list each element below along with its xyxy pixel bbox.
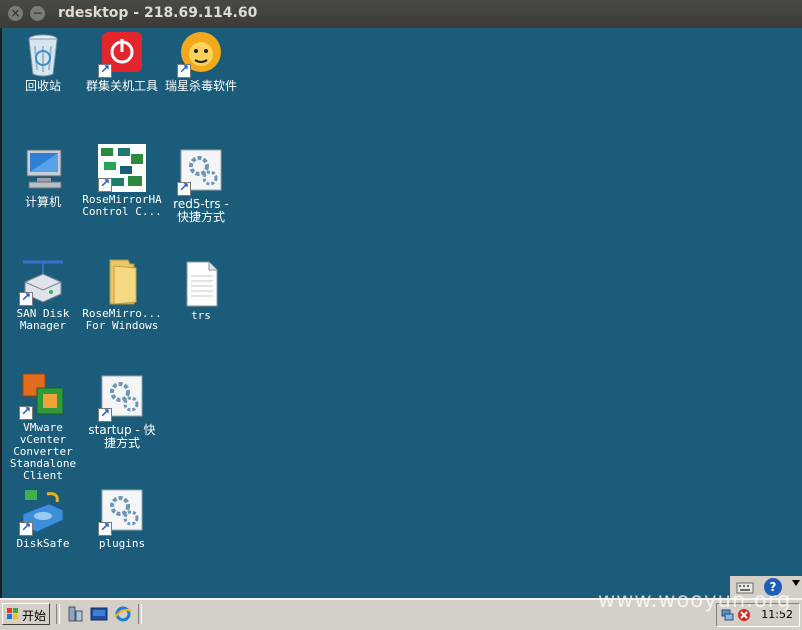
window-title: rdesktop - 218.69.114.60 [58, 5, 258, 21]
close-button[interactable]: × [8, 6, 23, 21]
gear-shortcut-icon [98, 488, 146, 536]
shortcut-arrow-icon [98, 62, 112, 78]
desktop-icon-vmware-converter[interactable]: VMware vCenter Converter Standalone Clie… [1, 372, 85, 482]
vmware-converter-icon [19, 372, 67, 420]
icon-label: 计算机 [24, 195, 61, 209]
icon-label: SAN Disk Manager [16, 307, 70, 332]
desktop-icon-computer[interactable]: 计算机 [1, 146, 85, 209]
minimize-button[interactable]: − [30, 6, 45, 21]
chevron-down-icon[interactable] [792, 580, 800, 586]
shortcut-arrow-icon [98, 406, 112, 422]
start-button[interactable]: 开始 [2, 603, 50, 625]
desktop-icon-rising-antivirus[interactable]: 瑞星杀毒软件 [159, 30, 243, 93]
icon-label: RoseMirro... For Windows [82, 307, 162, 332]
computer-icon [19, 146, 67, 194]
folder-icon [98, 258, 146, 306]
server-manager-icon[interactable] [66, 605, 84, 623]
icon-label: 瑞星杀毒软件 [164, 79, 237, 93]
text-file-icon [177, 260, 225, 308]
taskbar-separator [56, 604, 60, 624]
desktop-icon-rosemirror-control[interactable]: RoseMirrorHA Control C... [80, 144, 164, 218]
internet-explorer-icon[interactable] [114, 605, 132, 623]
close-icon: × [10, 6, 21, 20]
shortcut-arrow-icon [98, 176, 112, 192]
desktop-icon-disksafe[interactable]: DiskSafe [1, 488, 85, 550]
icon-label: trs [191, 309, 211, 322]
window-titlebar: × − rdesktop - 218.69.114.60 [0, 0, 802, 28]
shortcut-arrow-icon [98, 520, 112, 536]
desktop-icon-startup-shortcut[interactable]: startup - 快 捷方式 [80, 374, 164, 450]
windows-flag-icon [7, 608, 18, 619]
shortcut-arrow-icon [19, 404, 33, 420]
icon-label: 回收站 [24, 79, 61, 93]
icon-label: startup - 快 捷方式 [88, 423, 156, 450]
recycle-bin-icon [19, 30, 67, 78]
icon-label: RoseMirrorHA Control C... [82, 193, 162, 218]
disksafe-icon [19, 488, 67, 536]
icon-label: 群集关机工具 [85, 79, 158, 93]
san-disk-icon [19, 258, 67, 306]
icon-label: plugins [98, 537, 146, 550]
taskbar-separator [138, 604, 142, 624]
powershell-icon[interactable] [90, 605, 108, 623]
shortcut-arrow-icon [19, 290, 33, 306]
desktop-icon-recycle-bin[interactable]: 回收站 [1, 30, 85, 93]
minimize-icon: − [32, 6, 43, 20]
icon-label: red5-trs - 快捷方式 [173, 197, 229, 224]
power-tool-icon [98, 30, 146, 78]
shortcut-arrow-icon [177, 180, 191, 196]
gear-shortcut-icon [177, 148, 225, 196]
desktop-icon-red5-trs-shortcut[interactable]: red5-trs - 快捷方式 [159, 148, 243, 224]
rising-antivirus-icon [177, 30, 225, 78]
icon-label: VMware vCenter Converter Standalone Clie… [9, 421, 77, 482]
rosemirror-control-icon [98, 144, 146, 192]
desktop-icon-cluster-shutdown-tool[interactable]: 群集关机工具 [80, 30, 164, 93]
desktop-icon-trs-file[interactable]: trs [159, 260, 243, 322]
watermark: www.wooyun.org [598, 588, 792, 612]
shortcut-arrow-icon [19, 520, 33, 536]
desktop-icon-san-disk-manager[interactable]: SAN Disk Manager [1, 258, 85, 332]
start-label: 开始 [22, 609, 47, 623]
shortcut-arrow-icon [177, 62, 191, 78]
desktop: 回收站 群集关机工具 瑞星杀毒软件 [2, 28, 802, 598]
desktop-icon-rosemirror-folder[interactable]: RoseMirro... For Windows [80, 258, 164, 332]
icon-label: DiskSafe [16, 537, 70, 550]
desktop-icon-plugins-shortcut[interactable]: plugins [80, 488, 164, 550]
gear-shortcut-icon [98, 374, 146, 422]
